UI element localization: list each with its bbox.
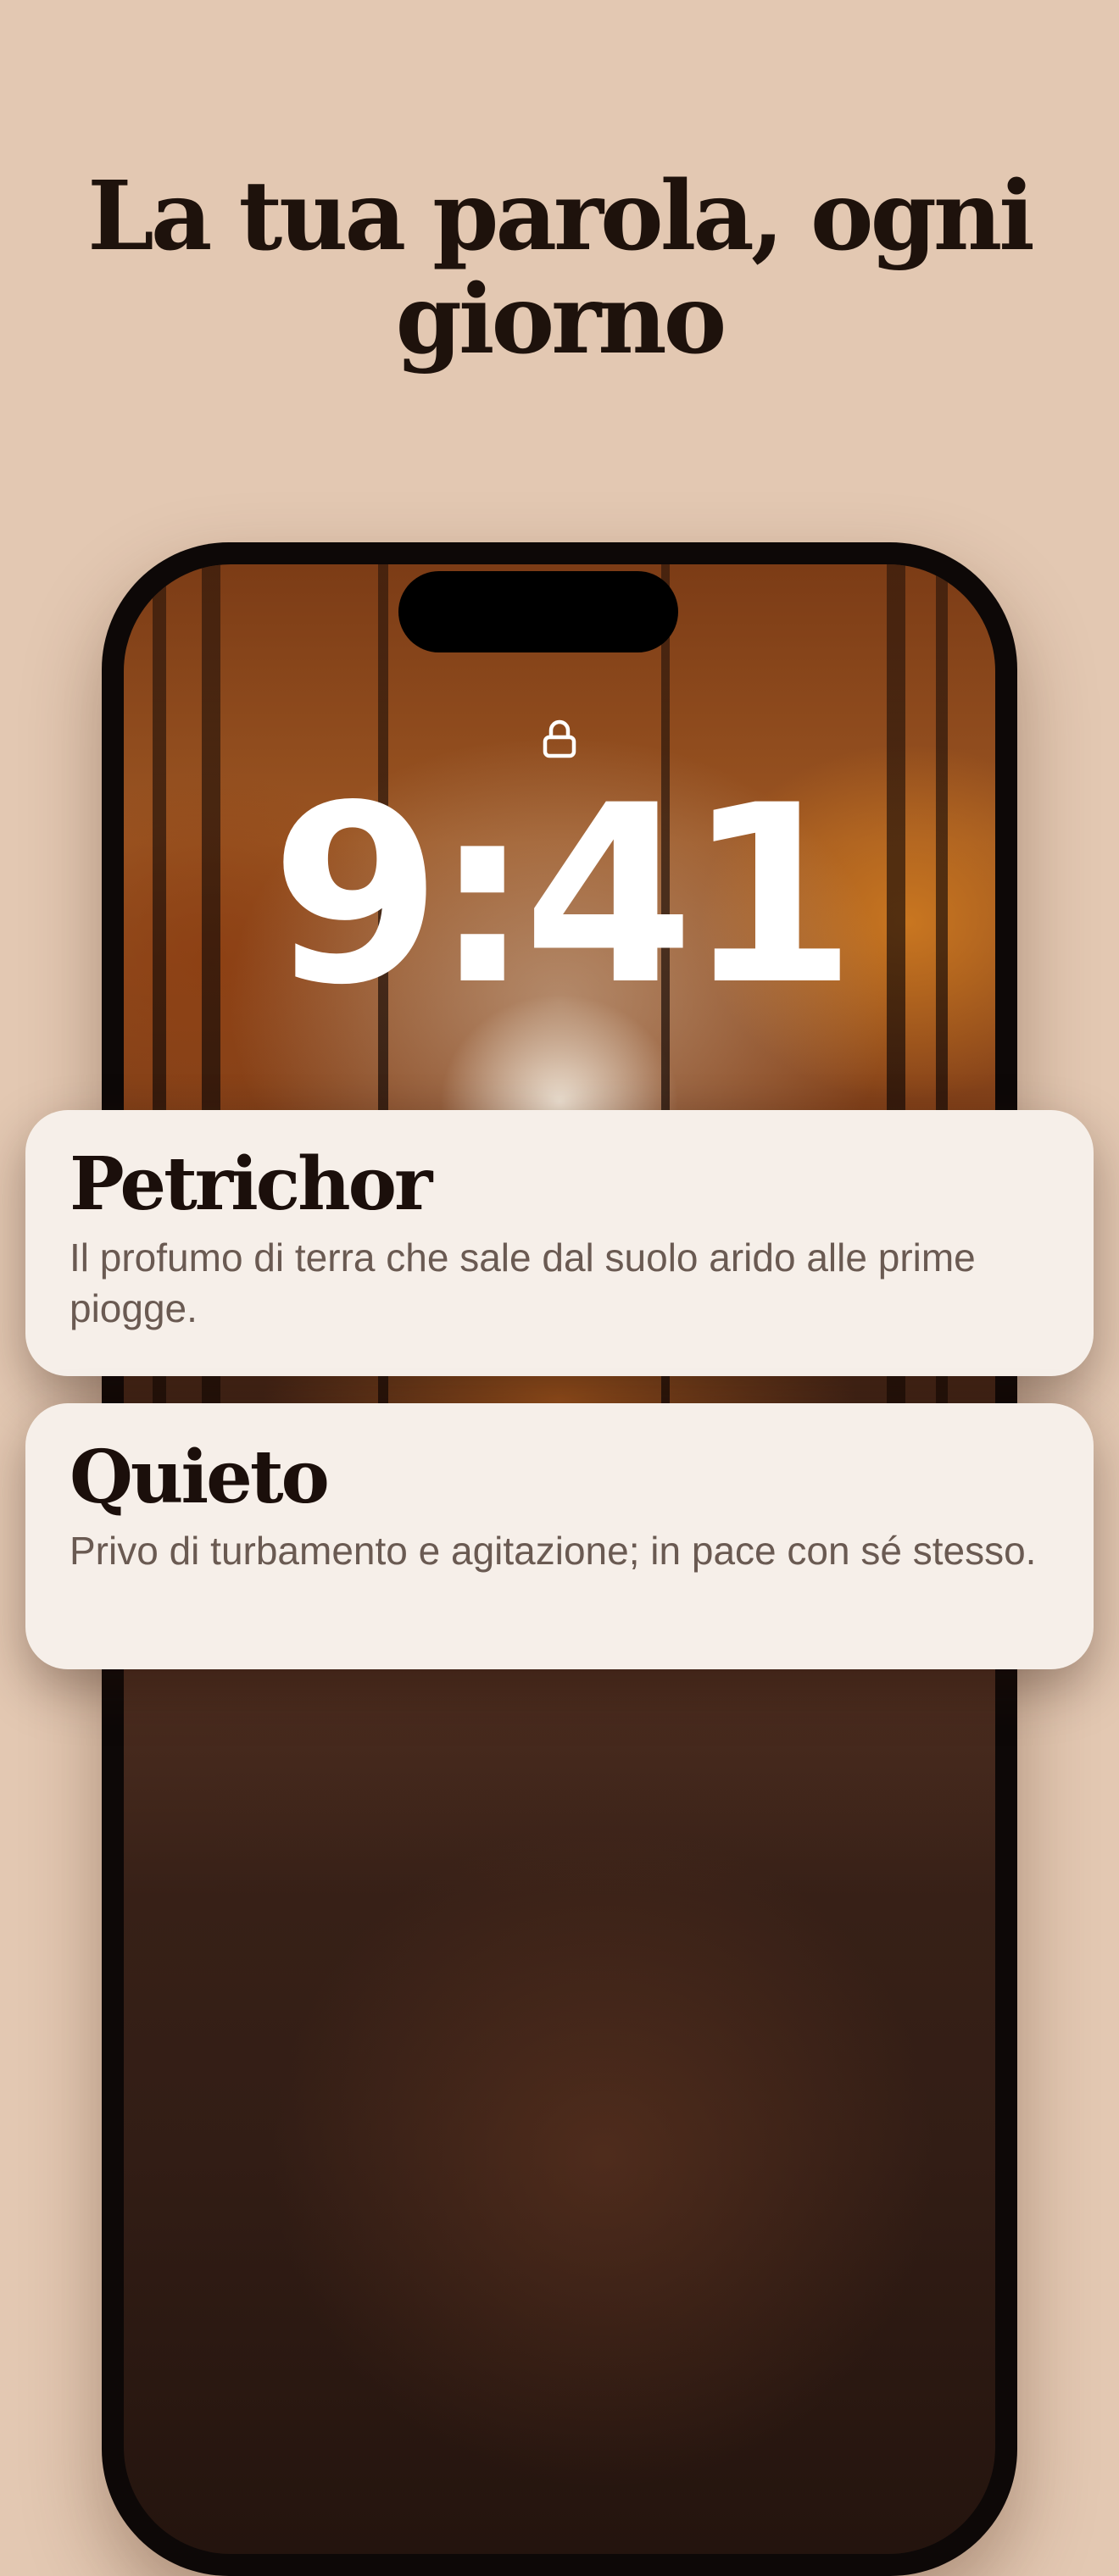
dynamic-island <box>398 571 678 652</box>
word-definition: Il profumo di terra che sale dal suolo a… <box>70 1235 976 1330</box>
lock-screen-clock: 9:41 <box>270 753 856 1039</box>
headline: La tua parola, ogni giorno <box>87 161 1035 375</box>
word-widget[interactable]: Quieto Privo di turbamento e agitazione;… <box>25 1403 1094 1669</box>
word-title: Petrichor <box>70 1141 432 1227</box>
tree-trunk <box>887 564 905 1540</box>
tree-trunk <box>378 564 388 1540</box>
forest-path <box>124 1657 995 1895</box>
word-widget[interactable]: Petrichor Il profumo di terra che sale d… <box>25 1110 1094 1376</box>
word-title: Quieto <box>70 1435 330 1520</box>
tree-trunk <box>153 564 166 1540</box>
word-definition: Privo di turbamento e agitazione; in pac… <box>70 1529 1037 1573</box>
tree-trunk <box>202 564 220 1540</box>
tree-trunk <box>661 564 670 1540</box>
tree-trunk <box>936 564 948 1540</box>
